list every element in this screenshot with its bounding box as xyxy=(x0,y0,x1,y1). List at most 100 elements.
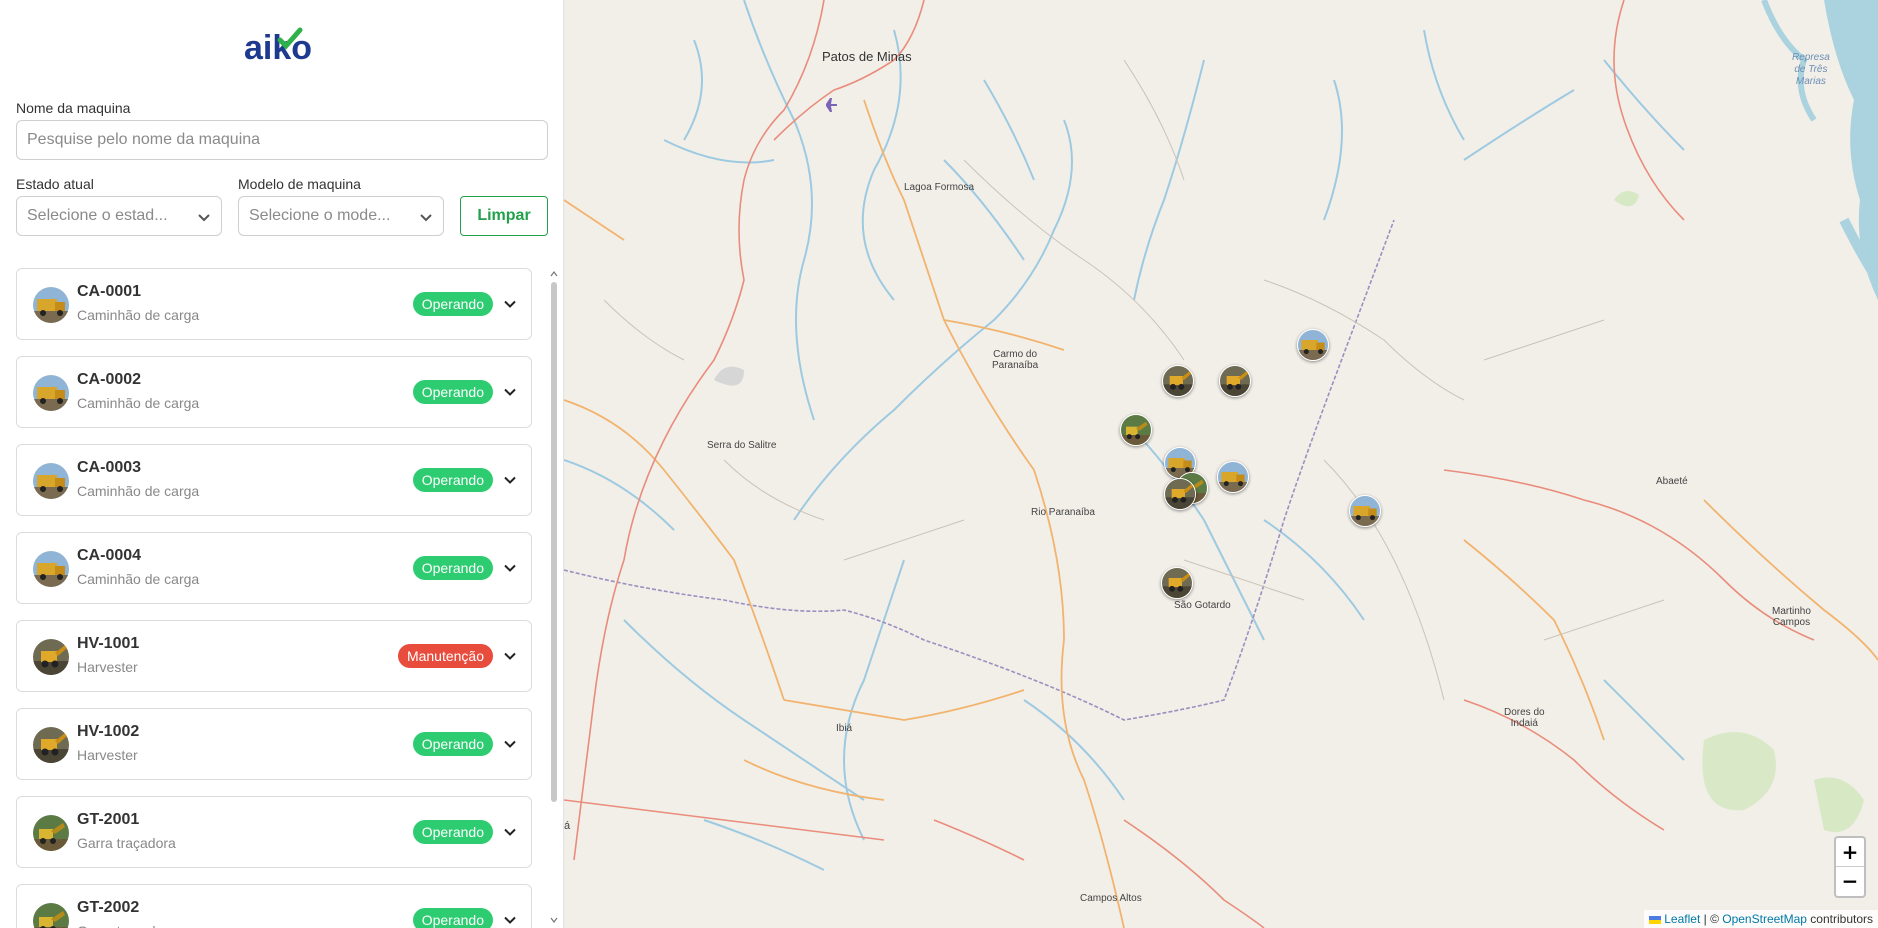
machine-card[interactable]: CA-0004 Caminhão de carga Operando xyxy=(16,532,532,604)
map-label-edge: á xyxy=(564,820,571,832)
machine-marker[interactable] xyxy=(1164,478,1196,510)
machine-marker[interactable] xyxy=(1349,495,1381,527)
machine-model: Caminhão de carga xyxy=(77,307,200,323)
machine-model: Harvester xyxy=(77,747,138,763)
chevron-down-icon xyxy=(420,214,432,222)
machine-map[interactable]: Patos de Minas Lagoa Formosa Carmo do Pa… xyxy=(564,0,1878,928)
machine-card[interactable]: CA-0003 Caminhão de carga Operando xyxy=(16,444,532,516)
chevron-down-icon[interactable] xyxy=(503,649,517,663)
map-label-lagoa-formosa: Lagoa Formosa xyxy=(904,182,975,193)
map-label-patos-de-minas: Patos de Minas xyxy=(822,49,912,64)
scrollbar-thumb[interactable] xyxy=(551,282,557,802)
map-label-dores-do-indaia: Dores do Indaiá xyxy=(1504,707,1545,729)
scroll-up-arrow-icon[interactable] xyxy=(550,270,558,278)
machine-model-select[interactable]: Selecione o mode... xyxy=(238,196,444,236)
machine-card[interactable]: GT-2002 Garra traçadora Operando xyxy=(16,884,532,928)
openstreetmap-link[interactable]: OpenStreetMap xyxy=(1722,912,1807,926)
machine-name: GT-2001 xyxy=(77,811,140,828)
machine-model: Garra traçadora xyxy=(77,923,176,928)
machine-name: CA-0002 xyxy=(77,371,142,388)
map-label-line: Paranaíba xyxy=(992,360,1039,371)
status-badge: Operando xyxy=(412,908,493,928)
map-zoom-control: + − xyxy=(1834,836,1866,898)
machine-name: HV-1002 xyxy=(77,723,140,740)
map-label-line: Martinho xyxy=(1772,606,1811,617)
machine-avatar xyxy=(33,903,69,928)
machine-sidebar: aiko Nome da maquina Estado atual Seleci… xyxy=(0,0,564,928)
clear-filters-button[interactable]: Limpar xyxy=(460,196,548,236)
status-badge: Operando xyxy=(412,380,493,404)
chevron-down-icon[interactable] xyxy=(503,385,517,399)
map-label-campos-altos: Campos Altos xyxy=(1080,893,1142,904)
machine-avatar xyxy=(33,375,69,411)
scroll-down-arrow-icon[interactable] xyxy=(550,916,558,924)
machine-marker[interactable] xyxy=(1297,329,1329,361)
machine-marker[interactable] xyxy=(1217,461,1249,493)
machine-name: CA-0003 xyxy=(77,459,142,476)
zoom-in-button[interactable]: + xyxy=(1836,838,1864,867)
map-label-represa-tres-marias: Represa de Três Marias xyxy=(1792,52,1830,88)
status-badge: Manutenção xyxy=(397,644,493,668)
machine-marker[interactable] xyxy=(1162,365,1194,397)
machine-name: GT-2002 xyxy=(77,899,140,916)
machine-avatar xyxy=(33,287,69,323)
chevron-down-icon[interactable] xyxy=(503,473,517,487)
machine-avatar xyxy=(33,727,69,763)
machine-name-search-input[interactable] xyxy=(16,120,548,160)
map-label-line: Carmo do xyxy=(993,349,1038,360)
chevron-down-icon[interactable] xyxy=(503,297,517,311)
machine-model: Caminhão de carga xyxy=(77,571,200,587)
machine-name-label: Nome da maquina xyxy=(16,100,131,116)
machine-avatar xyxy=(33,639,69,675)
map-tiles xyxy=(564,0,1878,928)
map-label-line: Dores do xyxy=(1504,707,1545,718)
chevron-down-icon[interactable] xyxy=(503,561,517,575)
machine-card[interactable]: HV-1002 Harvester Operando xyxy=(16,708,532,780)
status-badge: Operando xyxy=(412,732,493,756)
map-label-carmo-do-paranaiba: Carmo do Paranaíba xyxy=(992,349,1038,371)
machine-marker[interactable] xyxy=(1161,567,1193,599)
chevron-down-icon[interactable] xyxy=(503,825,517,839)
map-attribution: Leaflet | © OpenStreetMap contributors xyxy=(1644,910,1878,928)
chevron-down-icon[interactable] xyxy=(503,913,517,927)
map-label-sao-gotardo: São Gotardo xyxy=(1174,600,1231,611)
map-label-ibia: Ibiá xyxy=(836,723,853,734)
machine-name: CA-0004 xyxy=(77,547,142,564)
machine-model: Harvester xyxy=(77,659,138,675)
current-state-select[interactable]: Selecione o estad... xyxy=(16,196,222,236)
leaflet-link[interactable]: Leaflet xyxy=(1664,912,1700,926)
map-label-line: Marias xyxy=(1795,76,1826,87)
machine-model: Caminhão de carga xyxy=(77,483,200,499)
current-state-select-value: Selecione o estad... xyxy=(27,207,168,224)
map-label-line: de Três xyxy=(1794,64,1828,75)
machine-marker[interactable] xyxy=(1219,365,1251,397)
machine-model: Garra traçadora xyxy=(77,835,176,851)
status-badge: Operando xyxy=(412,820,493,844)
machine-model: Caminhão de carga xyxy=(77,395,200,411)
status-badge: Operando xyxy=(412,556,493,580)
map-label-martinho-campos: Martinho Campos xyxy=(1772,606,1811,628)
machine-avatar xyxy=(33,815,69,851)
attribution-separator: | © xyxy=(1700,912,1723,926)
aiko-logo: aiko xyxy=(244,26,324,67)
machine-card[interactable]: GT-2001 Garra traçadora Operando xyxy=(16,796,532,868)
machine-card[interactable]: CA-0002 Caminhão de carga Operando xyxy=(16,356,532,428)
chevron-down-icon[interactable] xyxy=(503,737,517,751)
machine-card[interactable]: HV-1001 Harvester Manutenção xyxy=(16,620,532,692)
svg-text:aiko: aiko xyxy=(244,29,312,66)
zoom-out-button[interactable]: − xyxy=(1836,867,1864,896)
machine-card[interactable]: CA-0001 Caminhão de carga Operando xyxy=(16,268,532,340)
machine-list: CA-0001 Caminhão de carga Operando CA-0002 C… xyxy=(16,268,532,928)
map-label-abaete: Abaeté xyxy=(1656,476,1688,487)
machine-list-scrollbar[interactable] xyxy=(550,270,558,928)
machine-model-select-value: Selecione o mode... xyxy=(249,207,391,224)
map-label-line: Campos xyxy=(1772,617,1811,628)
map-label-line: Represa xyxy=(1792,52,1830,63)
map-label-serra-do-salitre: Serra do Salitre xyxy=(707,440,777,451)
map-label-line: Indaiá xyxy=(1510,718,1538,729)
machine-model-label: Modelo de maquina xyxy=(238,176,361,192)
status-badge: Operando xyxy=(412,468,493,492)
machine-marker[interactable] xyxy=(1120,414,1152,446)
status-badge: Operando xyxy=(412,292,493,316)
chevron-down-icon xyxy=(198,214,210,222)
